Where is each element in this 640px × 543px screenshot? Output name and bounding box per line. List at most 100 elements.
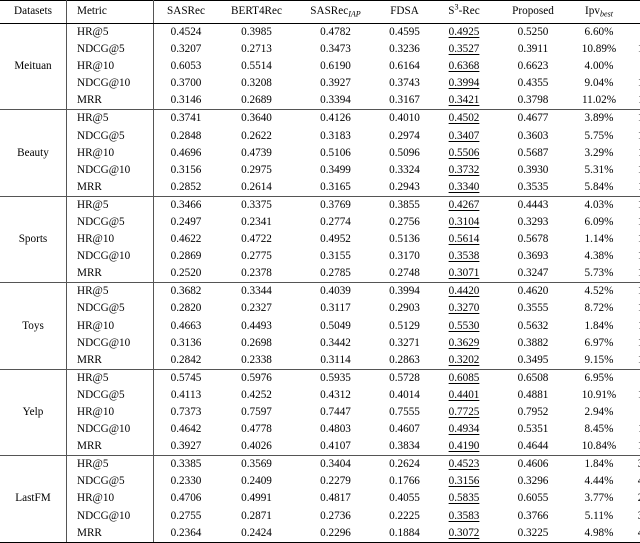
cell-s3rec: 0.5530 xyxy=(448,319,480,332)
metric-label: NDCG@5 xyxy=(66,473,154,491)
cell-fdsa: 0.2974 xyxy=(389,129,420,142)
cell-fdsa: 0.3236 xyxy=(389,43,420,56)
cell-s3rec: 0.7725 xyxy=(448,406,480,418)
cell-sasrec: 0.4642 xyxy=(170,423,202,436)
cell-ipv-best: 5.73% xyxy=(571,265,627,284)
cell-s3rec: 0.6085 xyxy=(448,371,480,384)
cell-bert4rec: 0.5976 xyxy=(241,371,272,384)
cell-ipv-base: 18.71% xyxy=(627,214,640,231)
cell-sasrec: 0.4706 xyxy=(170,492,202,505)
metric-label: HR@10 xyxy=(66,144,154,162)
cell-proposed: 0.4644 xyxy=(495,438,571,457)
cell-ipv-best: 5.11% xyxy=(584,509,614,522)
cell-sasrec: 0.3385 xyxy=(170,458,202,471)
cell-ipv-base: 14.38% xyxy=(627,283,640,301)
cell-sasrec-iap: 0.3165 xyxy=(295,178,376,197)
cell-ipv-best: 5.31% xyxy=(584,163,614,176)
table-body: Meituan HR@5 0.4524 0.3985 0.4782 0.4595 0.492… xyxy=(0,23,640,543)
cell-sasrec: 0.3207 xyxy=(170,43,202,56)
cell-fdsa: 0.3994 xyxy=(389,285,420,298)
cell-sasrec-iap: 0.4803 xyxy=(320,423,351,436)
cell-ipv-best: 2.94% xyxy=(584,406,614,418)
cell-sasrec: 0.2852 xyxy=(153,178,218,197)
cell-sasrec-iap: 0.2785 xyxy=(295,265,376,284)
cell-ipv-best: 11.02% xyxy=(571,92,627,111)
cell-bert4rec: 0.3985 xyxy=(241,25,272,38)
cell-ipv-base: 9.65% xyxy=(627,369,640,387)
cell-bert4rec: 0.4739 xyxy=(241,146,272,159)
column-header-fdsa: FDSA xyxy=(376,0,433,24)
cell-bert4rec: 0.4991 xyxy=(241,492,272,505)
cell-sasrec-iap: 0.3499 xyxy=(320,163,351,176)
cell-s3rec: 0.6368 xyxy=(448,60,480,73)
cell-ipv-best: 9.04% xyxy=(584,77,614,90)
cell-sasrec: 0.4696 xyxy=(170,146,202,159)
metric-label: HR@10 xyxy=(66,490,154,508)
table-row: HR@10 0.4706 0.4991 0.4817 0.4055 0.5835 0.605… xyxy=(0,490,640,508)
cell-sasrec: 0.6053 xyxy=(170,60,202,73)
cell-fdsa: 0.3743 xyxy=(389,77,420,90)
cell-fdsa: 0.5728 xyxy=(389,371,420,384)
table-row: HR@10 0.4696 0.4739 0.5106 0.5096 0.5506 0.568… xyxy=(0,144,640,162)
cell-sasrec: 0.2820 xyxy=(170,302,202,315)
cell-fdsa: 0.4607 xyxy=(389,423,420,436)
cell-proposed: 0.3535 xyxy=(495,178,571,197)
column-header-metric: Metric xyxy=(66,0,154,24)
cell-ipv-best: 10.91% xyxy=(581,388,617,401)
ipv-best-subscript: best xyxy=(599,9,613,19)
cell-proposed: 0.5351 xyxy=(517,423,549,436)
cell-ipv-base: 9.79% xyxy=(627,24,640,42)
cell-proposed: 0.3603 xyxy=(517,129,549,142)
cell-fdsa: 0.7555 xyxy=(389,406,420,418)
cell-ipv-best: 9.15% xyxy=(571,351,627,370)
cell-sasrec-iap: 0.4039 xyxy=(320,285,351,298)
cell-ipv-base: 10.90% xyxy=(627,75,640,92)
cell-proposed: 0.4677 xyxy=(517,112,549,125)
cell-bert4rec: 0.2614 xyxy=(218,178,295,197)
cell-bert4rec: 0.5514 xyxy=(241,60,272,73)
table-row: Beauty HR@5 0.3741 0.3640 0.4126 0.4010 0.4502… xyxy=(0,109,640,197)
table-row: NDCG@5 0.2848 0.2622 0.3183 0.2974 0.3407 0.36… xyxy=(0,127,640,145)
table-row: NDCG@5 0.3207 0.2713 0.3473 0.3236 0.3527 0.39… xyxy=(0,41,640,59)
column-header-ipv-base: Ipvbase xyxy=(627,0,640,24)
column-header-s3rec: S3-Rec xyxy=(433,0,495,24)
cell-ipv-base: 12.61% xyxy=(627,41,640,58)
cell-ipv-best: 1.84% xyxy=(584,319,614,332)
cell-ipv-base: 35.31% xyxy=(627,456,640,474)
table-row: NDCG@10 0.2755 0.2871 0.2736 0.2225 0.3583 0.3… xyxy=(0,507,640,525)
cell-ipv-base: 13.08% xyxy=(627,438,640,457)
cell-proposed: 0.3495 xyxy=(495,351,571,370)
cell-ipv-best: 6.97% xyxy=(584,336,614,349)
cell-sasrec-iap: 0.5935 xyxy=(320,371,351,384)
cell-s3rec: 0.3407 xyxy=(448,129,480,142)
cell-fdsa: 0.2225 xyxy=(389,509,420,522)
cell-ipv-base: 11.38% xyxy=(627,145,640,162)
cell-sasrec: 0.3466 xyxy=(170,198,202,211)
cell-sasrec-iap: 0.3404 xyxy=(320,458,351,471)
cell-sasrec: 0.2364 xyxy=(153,524,218,543)
cell-bert4rec: 0.2622 xyxy=(241,129,272,142)
table-row: NDCG@10 0.3136 0.2698 0.3442 0.3271 0.3629 0.3… xyxy=(0,334,640,352)
cell-ipv-base: 16.59% xyxy=(627,265,640,284)
cell-s3rec: 0.4934 xyxy=(448,423,480,436)
cell-ipv-best: 4.00% xyxy=(584,60,614,73)
cell-ipv-base: 12.78% xyxy=(627,335,640,352)
metric-label: HR@5 xyxy=(66,455,154,474)
table-row: HR@10 0.4663 0.4493 0.5049 0.5129 0.5530 0.563… xyxy=(0,317,640,335)
table-header: Datasets Metric SASRec BERT4Rec SASRecIA… xyxy=(0,0,640,24)
cell-proposed: 0.3555 xyxy=(517,302,549,315)
metric-label: NDCG@5 xyxy=(66,300,154,318)
cell-bert4rec: 0.3375 xyxy=(241,198,272,211)
cell-bert4rec: 0.4722 xyxy=(241,233,272,246)
table-row: HR@10 0.4622 0.4722 0.4952 0.5136 0.5614 0.567… xyxy=(0,231,640,249)
metric-label: MRR xyxy=(66,438,154,457)
table-row: MRR 0.2364 0.2424 0.2296 0.1884 0.3072 0.3225 4… xyxy=(0,524,640,543)
table-row: Meituan HR@5 0.4524 0.3985 0.4782 0.4595 0.492… xyxy=(0,23,640,111)
cell-proposed: 0.7952 xyxy=(517,406,549,418)
table-row: NDCG@10 0.4642 0.4778 0.4803 0.4607 0.4934 0.5… xyxy=(0,421,640,439)
cell-bert4rec: 0.4026 xyxy=(218,438,295,457)
cell-bert4rec: 0.2713 xyxy=(241,43,272,56)
cell-proposed: 0.3930 xyxy=(517,163,549,176)
cell-bert4rec: 0.4493 xyxy=(241,319,272,332)
cell-fdsa: 0.4014 xyxy=(389,388,420,401)
